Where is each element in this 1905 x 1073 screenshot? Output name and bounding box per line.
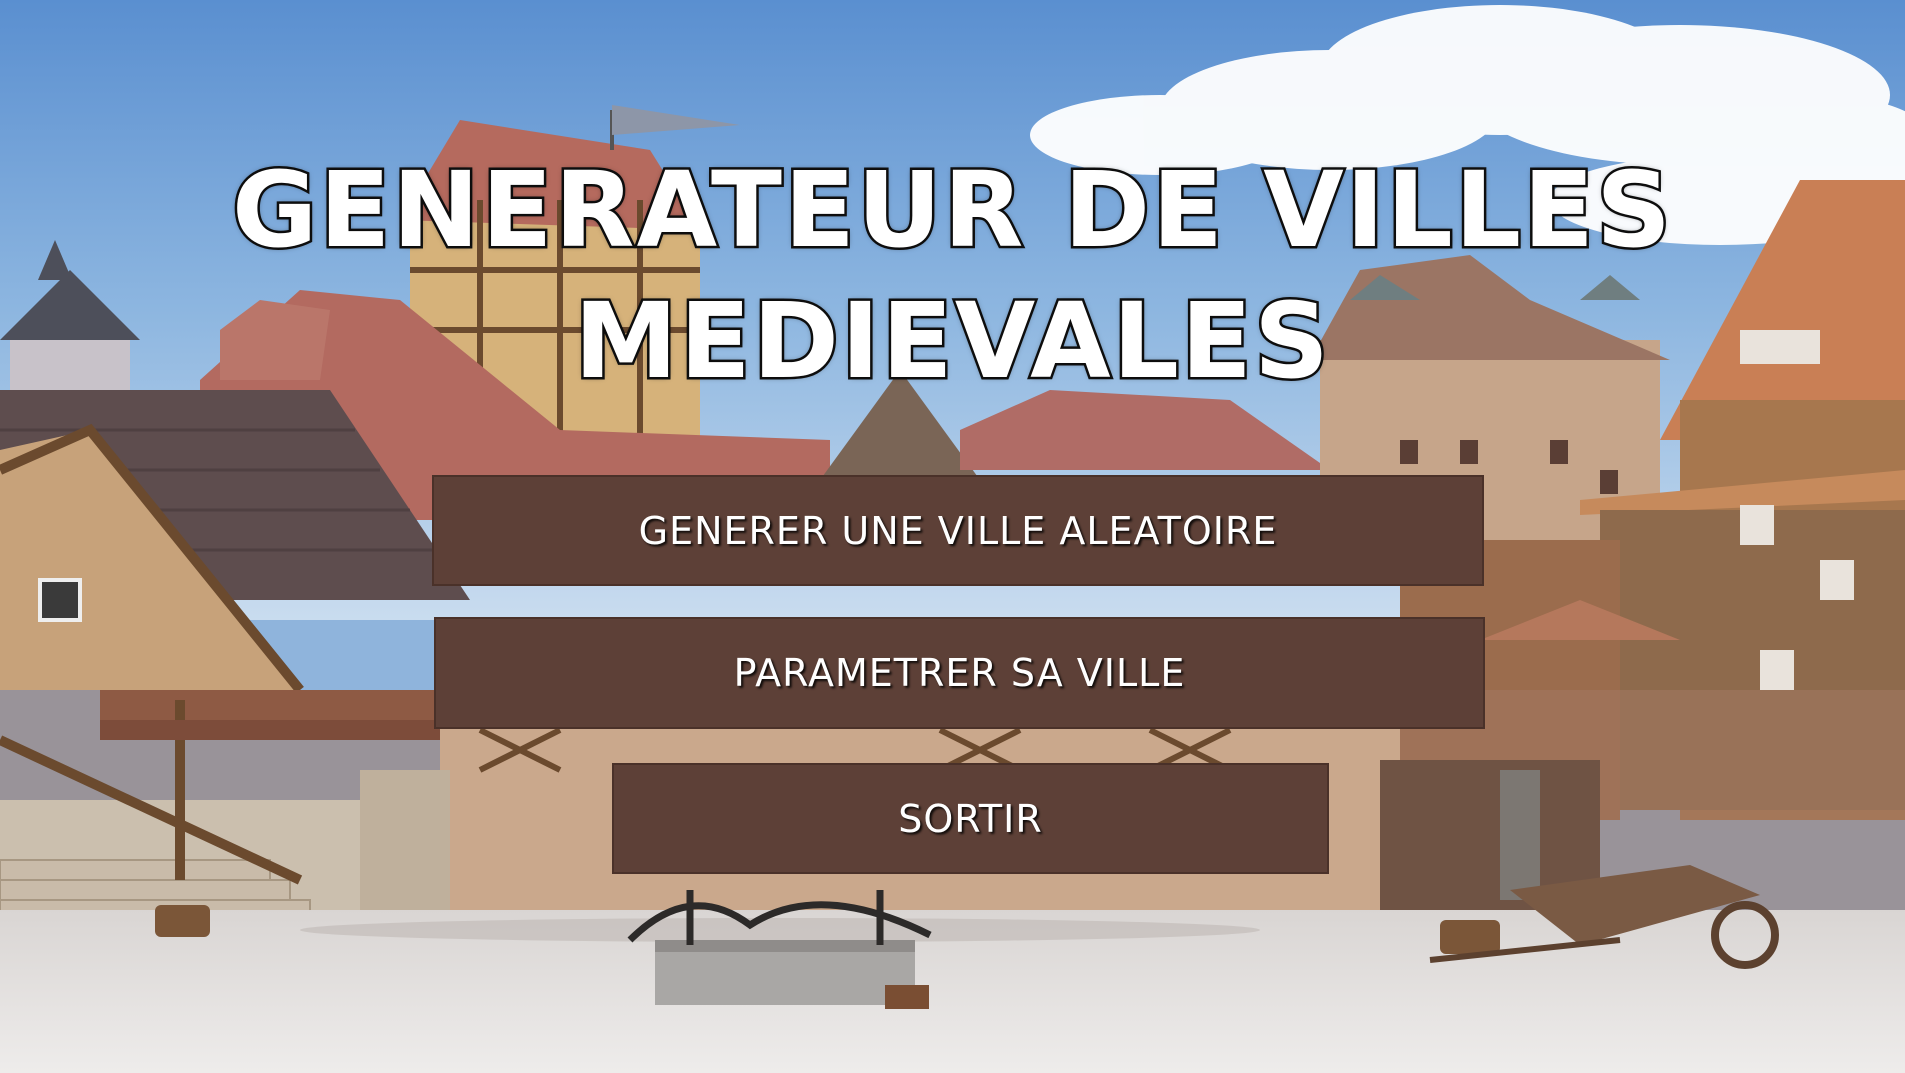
main-menu-screen: GENERATEUR DE VILLES MEDIEVALES GENERER … [0, 0, 1905, 1073]
generate-random-city-label: GENERER UNE VILLE ALEATOIRE [638, 508, 1278, 553]
quit-button[interactable]: SORTIR [612, 763, 1329, 874]
configure-city-label: PARAMETRER SA VILLE [733, 651, 1186, 695]
title-line-2: MEDIEVALES [572, 280, 1332, 402]
generate-random-city-button[interactable]: GENERER UNE VILLE ALEATOIRE [432, 475, 1484, 586]
quit-label: SORTIR [898, 796, 1043, 841]
title-line-1: GENERATEUR DE VILLES [230, 149, 1674, 271]
configure-city-button[interactable]: PARAMETRER SA VILLE [434, 617, 1485, 729]
